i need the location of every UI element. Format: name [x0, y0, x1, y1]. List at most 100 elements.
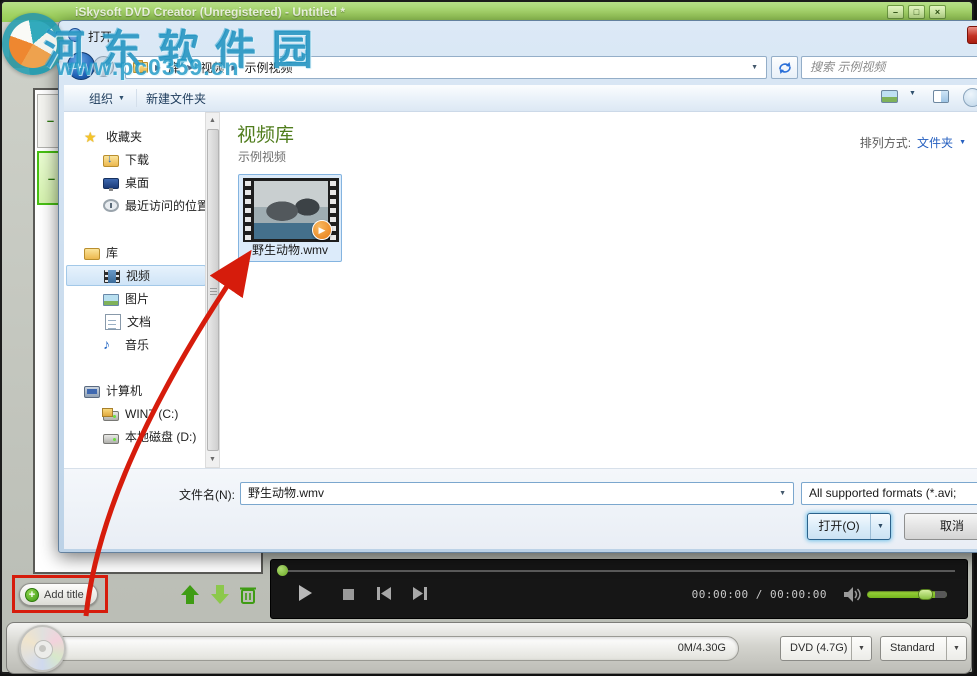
star-icon: ★: [84, 129, 100, 145]
quality-select[interactable]: Standard ▼: [880, 636, 967, 661]
breadcrumb-separator-icon: ▶: [155, 63, 161, 72]
sidebar-item-drive-d[interactable]: 本地磁盘 (D:): [66, 426, 206, 447]
disc-type-select[interactable]: DVD (4.7G) ▼: [780, 636, 872, 661]
preview-pane-button[interactable]: [933, 90, 949, 103]
nav-history-chevron-icon[interactable]: ▼: [117, 64, 124, 71]
sidebar-item-recent-places[interactable]: 最近访问的位置: [66, 195, 206, 216]
scroll-down-icon[interactable]: ▼: [206, 452, 219, 467]
chevron-down-icon: ▼: [118, 95, 125, 102]
organize-menu[interactable]: 组织 ▼: [89, 90, 125, 107]
views-button[interactable]: [881, 90, 898, 103]
chevron-down-icon[interactable]: ▼: [779, 483, 786, 504]
navigation-bar: ← → ▼ ▶ 库 ▶ 视频 ▶ 示例视频 ▼: [59, 49, 977, 85]
sidebar-item-drive-c[interactable]: WIN7 (C:): [66, 403, 206, 424]
status-bar: 0M/4.30G DVD (4.7G) ▼ Standard ▼: [6, 622, 972, 674]
play-button[interactable]: [297, 584, 313, 602]
breadcrumb-item-library[interactable]: 库: [168, 59, 180, 76]
search-input[interactable]: 搜索 示例视频: [801, 56, 977, 79]
sidebar-scrollbar[interactable]: ▲ ▼: [205, 112, 220, 468]
dialog-title: 打开: [88, 28, 112, 45]
arrange-by-control[interactable]: 排列方式: 文件夹 ▼: [860, 134, 966, 151]
play-overlay-icon: ▶: [312, 220, 332, 240]
views-chevron[interactable]: ▼: [909, 90, 916, 97]
sidebar-item-favorites[interactable]: ★ 收藏夹: [66, 126, 206, 147]
back-button[interactable]: ←: [67, 52, 95, 80]
scrollbar-grip: [210, 288, 217, 296]
volume-slider[interactable]: [867, 591, 947, 598]
sidebar-item-documents[interactable]: 文档: [66, 311, 206, 332]
scrollbar-thumb[interactable]: [207, 129, 219, 451]
move-down-icon[interactable]: [210, 584, 230, 605]
previous-button[interactable]: [377, 587, 391, 600]
file-format-select[interactable]: All supported formats (*.avi;: [801, 482, 977, 505]
download-folder-icon: [103, 155, 119, 167]
speaker-icon[interactable]: [844, 587, 861, 602]
collapse-icon[interactable]: –: [45, 173, 58, 186]
breadcrumb-item-sample-videos[interactable]: 示例视频: [245, 59, 293, 76]
toolbar-divider: [136, 89, 137, 107]
chevron-down-icon[interactable]: ▼: [851, 637, 871, 660]
open-button-label[interactable]: 打开(O): [808, 514, 870, 539]
filename-value: 野生动物.wmv: [248, 486, 324, 500]
seek-bar[interactable]: [283, 570, 955, 572]
refresh-button[interactable]: [771, 56, 798, 79]
dialog-titlebar[interactable]: 打开: [59, 21, 977, 49]
arrange-value[interactable]: 文件夹: [917, 134, 953, 151]
close-button[interactable]: ×: [929, 5, 946, 19]
capacity-text: 0M/4.30G: [678, 642, 726, 654]
next-button[interactable]: [413, 587, 427, 600]
filename-input[interactable]: 野生动物.wmv ▼: [240, 482, 794, 505]
sidebar-item-desktop[interactable]: 桌面: [66, 172, 206, 193]
dialog-toolbar: 组织 ▼ 新建文件夹 ▼: [64, 85, 977, 112]
new-folder-button[interactable]: 新建文件夹: [146, 90, 206, 107]
app-title: iSkysoft DVD Creator (Unregistered) - Un…: [75, 5, 345, 19]
breadcrumb-separator-icon: ▶: [231, 63, 237, 72]
refresh-icon: [778, 61, 792, 75]
computer-icon: [84, 386, 100, 398]
breadcrumb-separator-icon: ▶: [187, 63, 193, 72]
volume-remainder: [935, 591, 947, 598]
open-split-chevron-icon[interactable]: ▼: [870, 514, 890, 539]
cancel-button[interactable]: 取消: [904, 513, 977, 540]
sidebar-item-music[interactable]: ♪ 音乐: [66, 334, 206, 355]
library-title: 视频库: [237, 120, 294, 147]
collapse-icon[interactable]: –: [44, 115, 57, 128]
sidebar-item-downloads[interactable]: 下载: [66, 149, 206, 170]
file-name: 野生动物.wmv: [239, 241, 341, 258]
video-thumbnail: ▶: [243, 178, 339, 242]
hard-drive-icon: [103, 411, 119, 421]
scroll-up-icon[interactable]: ▲: [206, 113, 219, 128]
sidebar-item-pictures[interactable]: 图片: [66, 288, 206, 309]
forward-button[interactable]: →: [93, 56, 114, 77]
move-up-icon[interactable]: [180, 584, 200, 605]
open-button[interactable]: 打开(O) ▼: [807, 513, 891, 540]
app-titlebar[interactable]: iSkysoft DVD Creator (Unregistered) - Un…: [2, 2, 972, 22]
breadcrumb-chevron-icon[interactable]: ▼: [751, 64, 758, 71]
stop-button[interactable]: [343, 589, 354, 600]
dialog-close-button[interactable]: [967, 26, 977, 44]
capacity-progress-bar: 0M/4.30G: [31, 636, 739, 661]
sidebar-item-videos[interactable]: 视频: [66, 265, 206, 286]
breadcrumb-item-videos[interactable]: 视频: [200, 59, 224, 76]
help-button[interactable]: [963, 88, 977, 107]
delete-trash-icon[interactable]: [238, 584, 258, 605]
screen: iSkysoft DVD Creator (Unregistered) - Un…: [0, 0, 977, 676]
dialog-content: ★ 收藏夹 下载 桌面 最近访问的位置 库 视频: [64, 112, 977, 468]
folder-icon: [133, 62, 148, 73]
desktop-icon: [103, 178, 119, 189]
seek-handle[interactable]: [277, 565, 288, 576]
disc-icon: [19, 625, 66, 672]
sidebar-item-computer[interactable]: 计算机: [66, 380, 206, 401]
time-display: 00:00:00 / 00:00:00: [692, 588, 827, 601]
file-item-selected[interactable]: ▶ 野生动物.wmv: [238, 174, 342, 262]
breadcrumb[interactable]: ▶ 库 ▶ 视频 ▶ 示例视频 ▼: [125, 56, 767, 79]
maximize-button[interactable]: □: [908, 5, 925, 19]
preview-player-bar: 00:00:00 / 00:00:00: [270, 559, 968, 619]
sidebar-item-libraries[interactable]: 库: [66, 242, 206, 263]
minimize-button[interactable]: –: [887, 5, 904, 19]
volume-handle[interactable]: [918, 589, 933, 600]
chevron-down-icon[interactable]: ▼: [946, 637, 966, 660]
pictures-icon: [103, 294, 119, 306]
format-value: All supported formats (*.avi;: [809, 486, 956, 500]
views-icon: [881, 90, 898, 103]
